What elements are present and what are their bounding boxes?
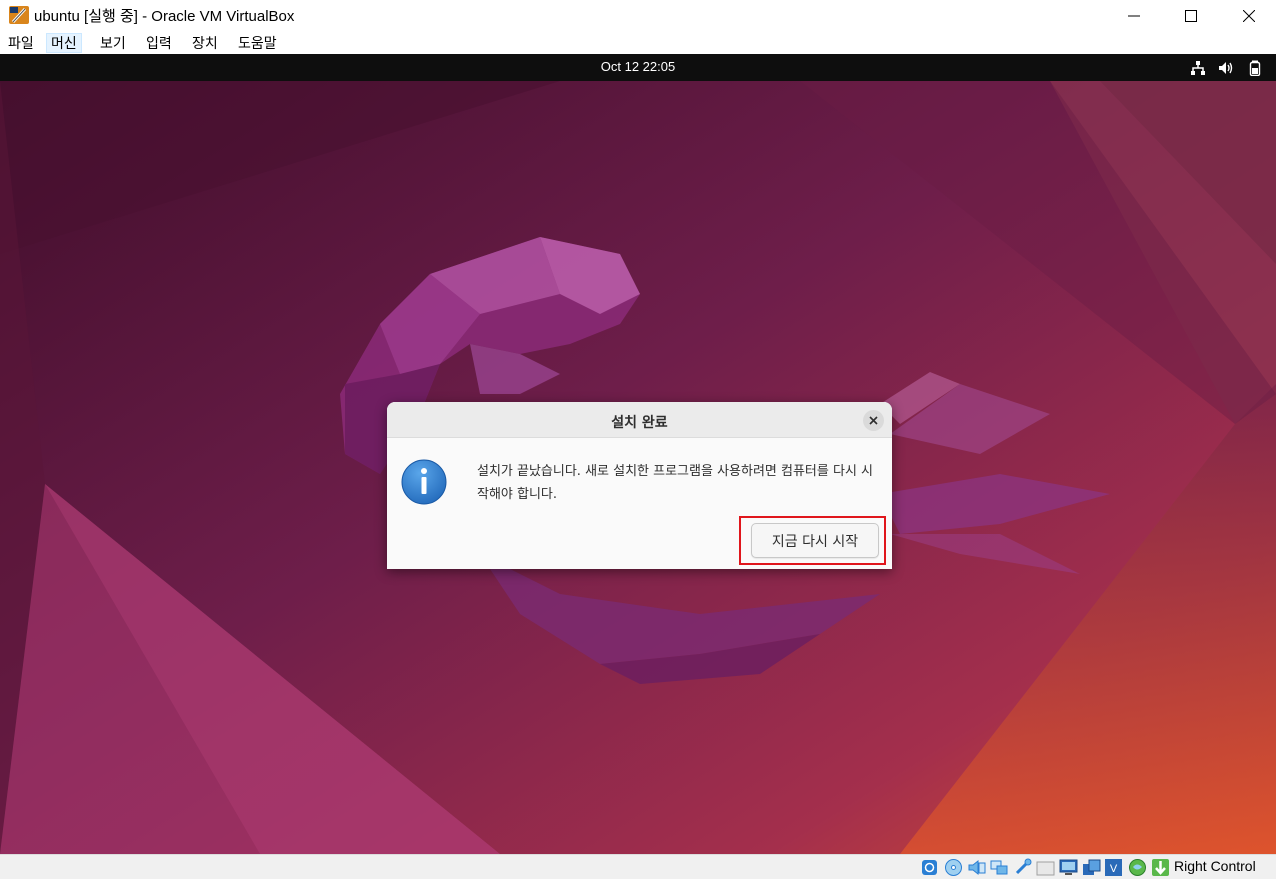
network-icon[interactable]: [1190, 60, 1206, 76]
mouse-integration-icon[interactable]: [1151, 858, 1170, 877]
menu-machine[interactable]: 머신: [46, 33, 82, 53]
close-icon: [869, 416, 878, 425]
vt-x-icon[interactable]: V: [1104, 858, 1123, 877]
dialog-close-button[interactable]: [863, 410, 884, 431]
minimize-button[interactable]: [1105, 0, 1163, 31]
menu-help[interactable]: 도움말: [234, 33, 281, 53]
restart-now-button[interactable]: 지금 다시 시작: [751, 523, 879, 558]
window-title-bar: ubuntu [실행 중] - Oracle VM VirtualBox: [0, 0, 1276, 31]
network-adapter-icon[interactable]: [990, 858, 1009, 877]
recording-icon[interactable]: [1082, 858, 1101, 877]
optical-drive-icon[interactable]: [944, 858, 963, 877]
guest-top-bar: Oct 12 22:05: [0, 54, 1276, 81]
window-title: ubuntu [실행 중] - Oracle VM VirtualBox: [34, 8, 295, 25]
menu-bar: 파일 머신 보기 입력 장치 도움말: [0, 31, 1276, 54]
maximize-button[interactable]: [1162, 0, 1220, 31]
display-icon[interactable]: [1059, 858, 1078, 877]
install-complete-dialog: 설치 완료 설치가 끝났습니다. 새로 설치한 프로그램을 사용하려면 컴퓨터를…: [387, 402, 892, 569]
usb-icon[interactable]: [1013, 858, 1032, 877]
shared-folders-icon[interactable]: [1036, 858, 1055, 877]
maximize-icon: [1185, 9, 1197, 22]
minimize-icon: [1128, 15, 1140, 16]
menu-file[interactable]: 파일: [4, 33, 38, 53]
menu-devices[interactable]: 장치: [188, 33, 222, 53]
guest-clock[interactable]: Oct 12 22:05: [0, 59, 1276, 74]
virtualbox-icon: [9, 6, 29, 24]
dialog-message: 설치가 끝났습니다. 새로 설치한 프로그램을 사용하려면 컴퓨터를 다시 시작…: [477, 464, 873, 502]
dialog-title: 설치 완료: [611, 415, 668, 431]
close-window-button[interactable]: [1220, 0, 1276, 31]
menu-view[interactable]: 보기: [96, 33, 130, 53]
guest-additions-icon[interactable]: [1128, 858, 1147, 877]
battery-icon[interactable]: [1247, 60, 1263, 76]
vm-display[interactable]: Oct 12 22:05 설치 완료 설치가 끝났습니다. 새로 설치한 프로그…: [0, 54, 1276, 854]
host-key-label: Right Control: [1174, 858, 1256, 874]
dialog-header: 설치 완료: [387, 402, 892, 438]
menu-input[interactable]: 입력: [142, 33, 176, 53]
audio-icon[interactable]: [967, 858, 986, 877]
volume-icon[interactable]: [1218, 60, 1234, 76]
info-icon: [401, 459, 447, 505]
status-bar: V Right Control: [0, 854, 1276, 879]
svg-text:V: V: [1110, 863, 1118, 875]
close-icon: [1243, 9, 1255, 22]
hard-disk-icon[interactable]: [920, 858, 939, 877]
